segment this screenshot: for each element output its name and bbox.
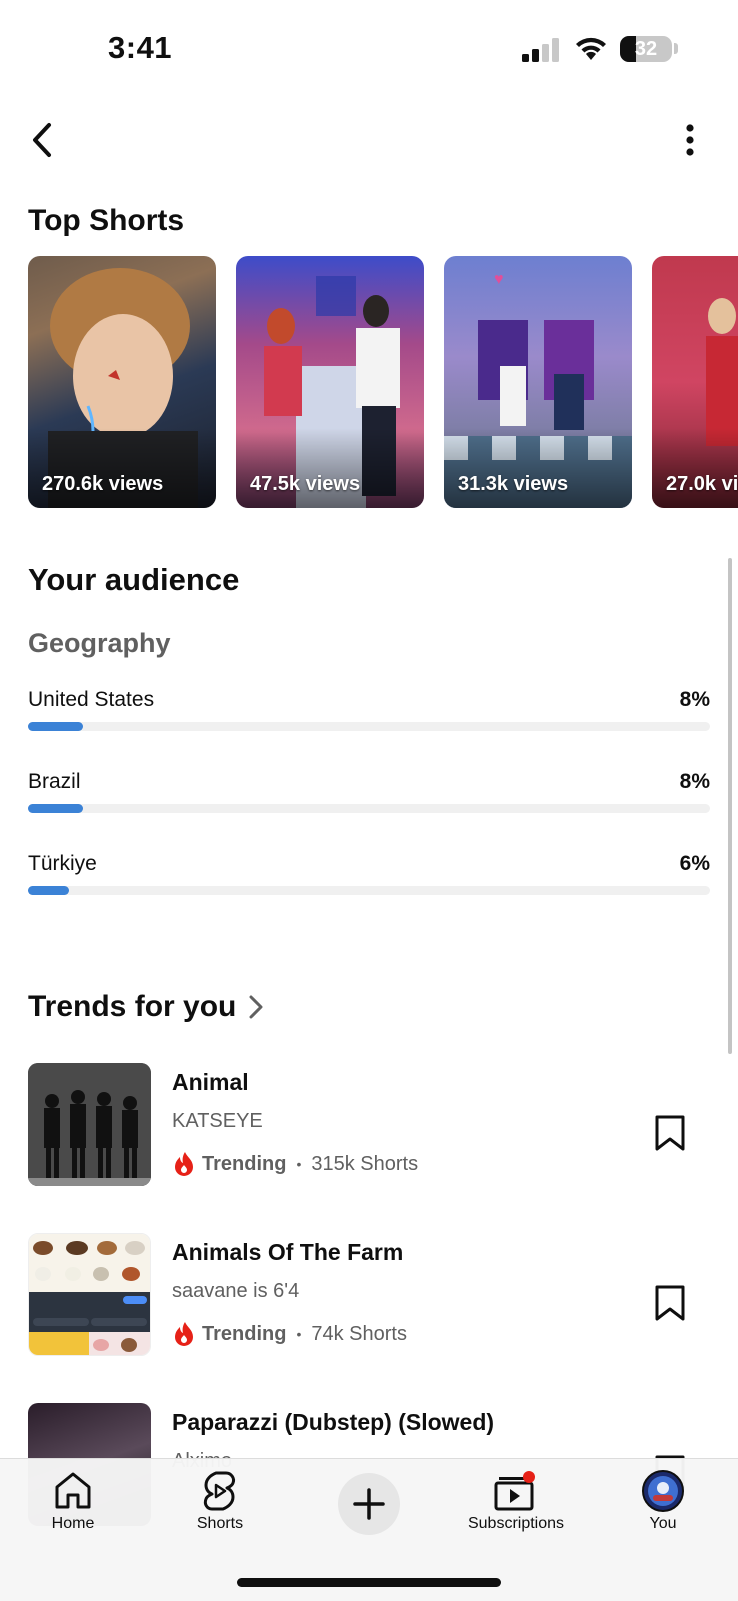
geography-percent: 8% — [679, 770, 710, 793]
chevron-right-icon — [249, 995, 263, 1019]
geography-bar-fill — [28, 804, 83, 813]
geography-row: United States 8% — [28, 688, 710, 738]
more-vertical-icon — [686, 124, 694, 156]
geography-row: Türkiye 6% — [28, 852, 710, 902]
trend-title: Animal — [172, 1069, 249, 1095]
cellular-signal-icon — [522, 38, 559, 62]
trends-header[interactable]: Trends for you — [28, 985, 264, 1029]
save-button[interactable] — [650, 1281, 690, 1325]
wifi-icon — [576, 37, 606, 60]
trend-meta: Trending • 315k Shorts — [172, 1151, 418, 1177]
geography-percent: 8% — [679, 688, 710, 711]
geography-bar-track — [28, 804, 710, 813]
nav-you[interactable]: You — [603, 1469, 723, 1539]
chevron-left-icon — [33, 123, 51, 157]
plus-icon — [353, 1488, 385, 1520]
trend-shorts-count: 74k Shorts — [311, 1322, 407, 1345]
top-shorts-carousel[interactable]: 270.6k views 47.5k views ♥ 31.3k views 2… — [28, 256, 738, 508]
nav-you-label: You — [649, 1515, 677, 1532]
nav-shorts-label: Shorts — [196, 1515, 244, 1532]
save-button[interactable] — [650, 1111, 690, 1155]
short-card[interactable]: 27.0k views — [652, 256, 738, 508]
short-card[interactable]: 270.6k views — [28, 256, 216, 508]
trend-item[interactable]: Animal KATSEYE Trending • 315k Shorts — [28, 1063, 718, 1187]
nav-shorts[interactable]: Shorts — [160, 1469, 280, 1539]
home-indicator — [237, 1578, 501, 1587]
short-views: 270.6k views — [42, 473, 164, 495]
geography-country: Brazil — [28, 770, 81, 793]
trend-item[interactable]: Animals Of The Farm saavane is 6'4 Trend… — [28, 1233, 718, 1357]
geography-country: United States — [28, 688, 155, 711]
top-shorts-title: Top Shorts — [28, 204, 185, 237]
trend-thumbnail — [28, 1063, 151, 1186]
nav-subscriptions[interactable]: Subscriptions — [456, 1469, 576, 1539]
audience-title: Your audience — [28, 562, 240, 597]
short-card[interactable]: 47.5k views — [236, 256, 424, 508]
geography-row: Brazil 8% — [28, 770, 710, 820]
trend-artist: KATSEYE — [172, 1110, 263, 1132]
nav-home[interactable]: Home — [13, 1469, 133, 1539]
geography-bar-track — [28, 722, 710, 731]
nav-home-label: Home — [51, 1515, 95, 1532]
home-icon — [55, 1472, 91, 1509]
subscriptions-icon — [494, 1471, 535, 1511]
back-button[interactable] — [20, 115, 64, 165]
trending-flame-icon — [175, 1322, 193, 1346]
battery-level: 32 — [634, 38, 658, 60]
shorts-icon — [203, 1471, 235, 1511]
short-views: 27.0k views — [666, 473, 738, 495]
nav-subscriptions-label: Subscriptions — [467, 1515, 565, 1532]
create-button[interactable] — [338, 1473, 400, 1535]
geography-title: Geography — [28, 628, 171, 658]
geography-country: Türkiye — [28, 852, 97, 875]
trend-shorts-count: 315k Shorts — [311, 1152, 419, 1175]
bookmark-icon — [655, 1115, 685, 1151]
bookmark-icon — [655, 1285, 685, 1321]
battery-icon: 32 — [620, 36, 672, 62]
geography-bar-fill — [28, 886, 69, 895]
geography-percent: 6% — [679, 852, 710, 875]
trending-flame-icon — [175, 1152, 193, 1176]
trend-status: Trending — [202, 1152, 287, 1175]
trends-title: Trends for you — [28, 990, 237, 1023]
short-card[interactable]: ♥ 31.3k views — [444, 256, 632, 508]
svg-text:♥: ♥ — [494, 271, 504, 288]
avatar — [642, 1470, 684, 1512]
trend-thumbnail — [28, 1233, 151, 1356]
short-views: 31.3k views — [458, 473, 569, 495]
geography-bar-fill — [28, 722, 83, 731]
trend-title: Animals Of The Farm — [172, 1239, 404, 1265]
trend-meta: Trending • 74k Shorts — [172, 1321, 407, 1347]
more-options-button[interactable] — [668, 115, 712, 165]
status-time: 3:41 — [108, 30, 173, 65]
geography-bar-track — [28, 886, 710, 895]
short-views: 47.5k views — [250, 473, 361, 495]
trend-status: Trending — [202, 1322, 287, 1345]
scrollbar[interactable] — [728, 558, 732, 1054]
trend-artist: saavane is 6'4 — [172, 1280, 300, 1302]
status-bar: 3:41 32 — [0, 0, 738, 100]
trend-title: Paparazzi (Dubstep) (Slowed) — [172, 1409, 495, 1435]
